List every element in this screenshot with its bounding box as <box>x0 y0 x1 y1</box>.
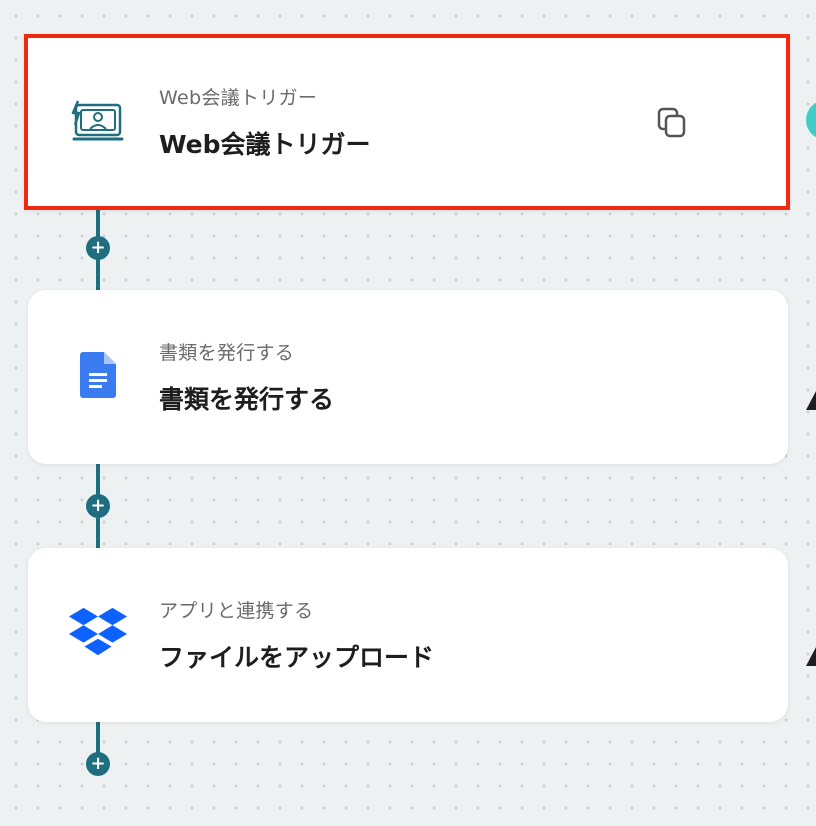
copy-icon[interactable] <box>656 106 688 140</box>
step-subtitle: アプリと連携する <box>159 600 314 622</box>
flow-step-card-trigger[interactable]: Web会議トリガー Web会議トリガー <box>24 34 790 210</box>
flow-step-card-document[interactable]: 書類を発行する 書類を発行する <box>28 290 788 464</box>
add-step-button[interactable]: + <box>86 236 110 260</box>
add-step-button[interactable]: + <box>86 752 110 776</box>
status-indicator <box>806 100 816 140</box>
step-title: Web会議トリガー <box>159 130 371 159</box>
google-docs-icon <box>68 345 128 405</box>
step-subtitle: Web会議トリガー <box>159 87 318 109</box>
step-subtitle: 書類を発行する <box>159 342 295 364</box>
dropbox-icon <box>68 603 128 663</box>
step-title: ファイルをアップロード <box>159 643 435 672</box>
video-meeting-icon <box>68 93 128 153</box>
flow-step-card-upload[interactable]: アプリと連携する ファイルをアップロード <box>28 548 788 722</box>
step-title: 書類を発行する <box>159 385 335 414</box>
warning-icon <box>806 647 816 666</box>
warning-icon <box>806 391 816 410</box>
add-step-button[interactable]: + <box>86 494 110 518</box>
